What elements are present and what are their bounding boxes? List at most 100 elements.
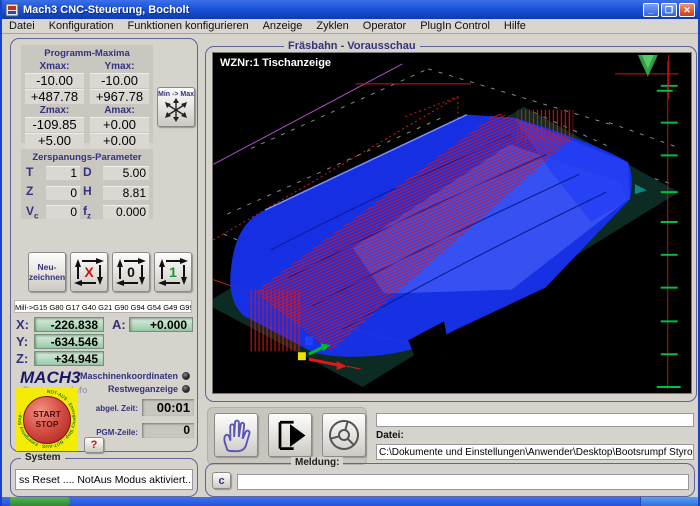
menu-anzeige[interactable]: Anzeige [256,20,310,32]
machine-coords-toggle[interactable]: Maschinenkoordinaten [80,371,190,381]
minimize-button[interactable]: _ [643,2,659,17]
taskbar-tray [640,497,698,506]
machine-coords-label: Maschinenkoordinaten [79,371,178,381]
title-bar: Mach3 CNC-Steuerung, Bocholt _ ❐ ✕ [2,0,698,19]
dro-a-value[interactable]: +0.000 [129,317,193,332]
preview-group: Fräsbahn - Vorausschau WZNr:1 Tischanzei… [205,40,697,402]
program-maxima-panel: Programm-Maxima Xmax: Ymax: -10.00 -10.0… [21,45,153,148]
system-group: System ss Reset .... NotAus Modus aktivi… [10,452,198,497]
cycle-zero-glyph: 0 [127,264,135,280]
feed-wheel-button[interactable] [322,413,366,457]
datei-label: Datei: [376,430,404,441]
amin-value: +0.00 [90,117,149,132]
toolpath-zero-button[interactable]: 0 [112,252,150,292]
xmax-label: Xmax: [39,61,70,72]
xmax-value: +487.78 [25,89,84,104]
taskbar-start-button[interactable] [10,497,70,506]
param-t-label: T [26,165,34,179]
dro-x-label: X: [16,317,29,332]
min-max-arrows-icon [165,98,187,122]
min-max-button[interactable]: Min -> Max [157,87,195,127]
hand-icon [223,419,251,453]
toolpath-3d-scene [205,53,691,393]
amax-value: +0.00 [90,133,149,148]
cycle-x-glyph: X [84,264,94,280]
meldung-group: Meldung: c [205,457,695,497]
elapsed-time-label: abgel. Zeit: [95,404,138,413]
aux-field [376,413,694,427]
param-fz-value: 0.000 [103,204,149,219]
menu-operator[interactable]: Operator [356,20,413,32]
zmax-label: Zmax: [39,105,70,116]
viewport-overlay-label: WZNr:1 Tischanzeige [220,57,332,69]
meldung-clear-button[interactable]: c [212,472,231,489]
param-h-value: 8.81 [103,185,149,200]
mach3-window: Mach3 CNC-Steuerung, Bocholt _ ❐ ✕ Datei… [0,0,700,506]
meldung-field [237,474,689,490]
dro-z-value[interactable]: +34.945 [34,351,104,366]
toolpath-viewport[interactable]: WZNr:1 Tischanzeige [205,52,692,394]
help-button[interactable]: ? [84,437,104,453]
ymax-value: +967.78 [90,89,149,104]
dtg-led [182,385,190,393]
program-maxima-title: Programm-Maxima [44,48,130,59]
single-step-button[interactable] [268,413,312,457]
pgm-line-value: 0 [142,423,194,438]
estop-ring-text: NOT-AUS · Emergency Stop · NOT-AUS · Eme… [17,389,77,449]
dro-x-value[interactable]: -226.838 [34,317,104,332]
min-max-button-label: Min -> Max [158,91,194,98]
pgm-line-label: PGM-Zeile: [96,428,138,437]
dro-y-label: Y: [16,334,29,349]
system-message-field: ss Reset .... NotAus Modus aktiviert....… [15,469,193,490]
preview-group-title: Fräsbahn - Vorausschau [284,40,420,52]
dro-z-label: Z: [16,351,29,366]
param-d-label: D [83,165,92,179]
system-group-title: System [21,452,65,463]
taskbar [2,497,698,506]
dtg-label: Restweganzeige [107,384,178,394]
param-d-value: 5.00 [103,166,149,181]
close-button[interactable]: ✕ [679,2,695,17]
redraw-button[interactable]: Neu-zeichnen [28,252,66,292]
toolpath-one-button[interactable]: 1 [154,252,192,292]
param-t-value: 1 [46,166,80,181]
cycle-one-glyph: 1 [169,264,177,280]
svg-text:NOT-AUS · Emergency Stop · NOT: NOT-AUS · Emergency Stop · NOT-AUS · Eme… [17,389,77,449]
menu-zyklen[interactable]: Zyklen [309,20,355,32]
xmin-value: -10.00 [25,73,84,88]
jog-hand-button[interactable] [214,413,258,457]
toolpath-clear-button[interactable]: X [70,252,108,292]
elapsed-time-value: 00:01 [142,399,194,416]
estop-pad: NOT-AUS · Emergency Stop · NOT-AUS · Eme… [16,388,78,451]
param-z-value: 0 [46,185,80,200]
restore-button[interactable]: ❐ [661,2,677,17]
zmin-value: -109.85 [25,117,84,132]
gcode-modal-line: Mill->G15 G80 G17 G40 G21 G90 G94 G54 G4… [14,300,192,313]
param-vc-label: Vc [26,203,39,221]
ymax-label: Ymax: [104,61,135,72]
menu-hilfe[interactable]: Hilfe [497,20,533,32]
menu-plugin-control[interactable]: PlugIn Control [413,20,497,32]
ymin-value: -10.00 [90,73,149,88]
menu-datei[interactable]: Datei [2,20,42,32]
cutting-params-title: Zerspanungs-Parameter [32,152,142,163]
step-arrow-icon [278,420,306,450]
menu-funktionen[interactable]: Funktionen konfigurieren [121,20,256,32]
cutting-params-panel: Zerspanungs-Parameter T 1 D 5.00 Z 0 H 8… [21,149,153,221]
param-vc-value: 0 [46,204,80,219]
app-icon [5,3,19,16]
redraw-button-label: Neu-zeichnen [28,262,66,282]
datei-path-field: C:\Dokumente und Einstellungen\Anwender\… [376,444,694,460]
param-h-label: H [83,184,92,199]
dro-y-value[interactable]: -634.546 [34,334,104,349]
menu-konfiguration[interactable]: Konfiguration [42,20,121,32]
window-title: Mach3 CNC-Steuerung, Bocholt [23,3,190,16]
meldung-label: Meldung: [291,457,344,468]
wheel-icon [329,420,359,450]
param-z-label: Z [26,184,34,199]
param-fz-label: fz [83,203,91,221]
zmax-value: +5.00 [25,133,84,148]
dtg-toggle[interactable]: Restweganzeige [108,384,190,394]
machine-coords-led [182,372,190,380]
dro-a-label: A: [112,317,126,332]
